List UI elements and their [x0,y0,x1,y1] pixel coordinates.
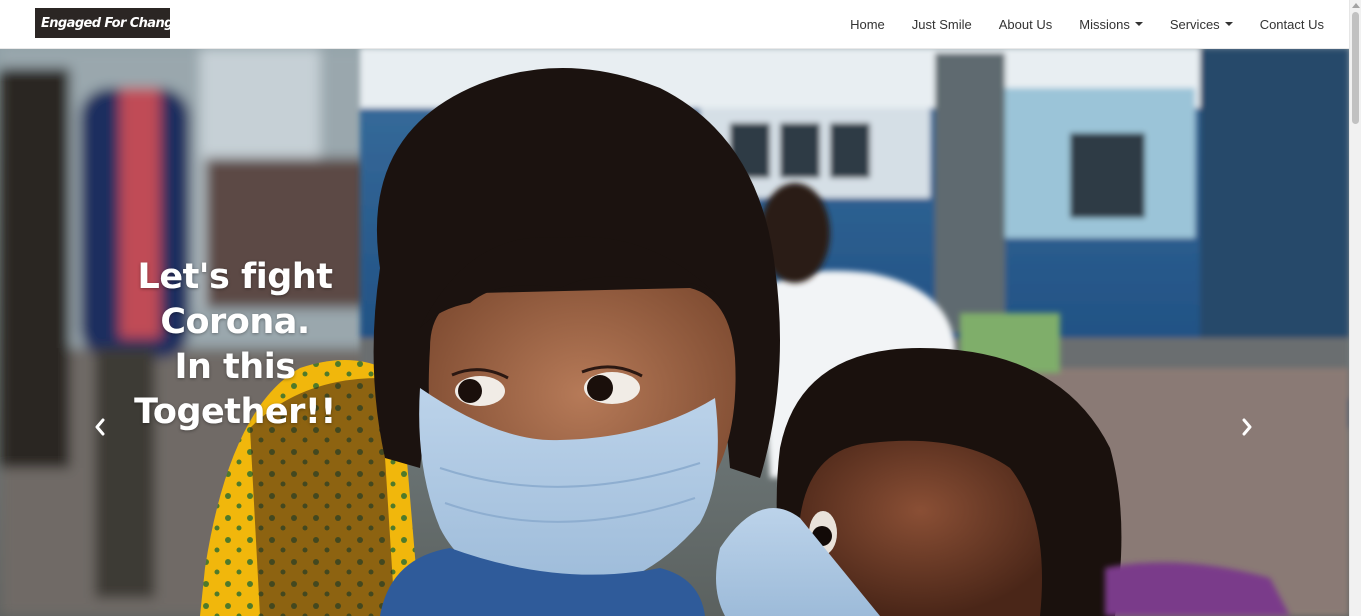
nav-contact-us-label: Contact Us [1259,16,1324,32]
carousel-next-button[interactable] [1227,402,1267,452]
nav-services-label: Services [1169,16,1220,32]
nav-missions-dropdown[interactable]: Missions [1079,17,1143,32]
scroll-up-arrow-icon[interactable] [1352,3,1360,8]
page-scrollbar[interactable] [1349,0,1361,616]
caret-down-icon [1224,22,1233,26]
scrollbar-thumb[interactable] [1352,12,1359,124]
nav-missions-label: Missions [1079,16,1130,32]
nav-services-dropdown[interactable]: Services [1170,17,1233,32]
hero-carousel: Let's fight Corona. In this Together!! [0,48,1349,616]
brand-name: Engaged For Change [41,15,182,31]
nav-about-us[interactable]: About Us [999,17,1052,32]
navbar: Engaged For Change Home Just Smile About… [0,0,1349,49]
hero-caption-line-2: In this [174,347,296,387]
nav-just-smile[interactable]: Just Smile [912,17,972,32]
chevron-right-icon [1242,418,1252,436]
caret-down-icon [1134,22,1143,26]
main-nav: Home Just Smile About Us Missions Servic… [823,0,1324,48]
nav-about-us-label: About Us [998,16,1053,32]
brand-logo[interactable]: Engaged For Change [35,8,182,38]
nav-just-smile-label: Just Smile [911,16,972,32]
nav-home-label: Home [850,16,885,32]
chevron-left-icon [95,418,105,436]
hero-caption-line-1: Let's fight Corona. [137,257,333,342]
page: Engaged For Change Home Just Smile About… [0,0,1361,616]
carousel-prev-button[interactable] [80,402,120,452]
nav-home[interactable]: Home [850,17,885,32]
nav-contact-us[interactable]: Contact Us [1260,17,1324,32]
